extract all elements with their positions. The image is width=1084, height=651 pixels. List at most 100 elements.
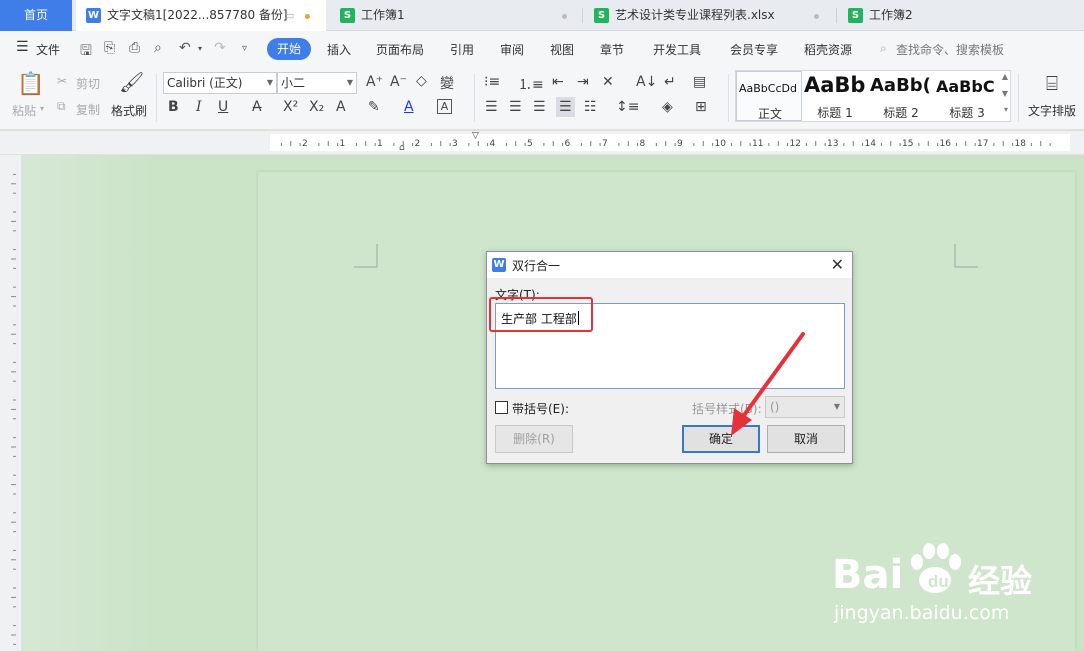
text-layout-button[interactable]: 文字排版 [1028,102,1076,119]
subscript-icon[interactable]: X₂ [309,99,324,115]
bracket-checkbox-label[interactable]: 带括号(E): [512,400,569,417]
left-indent-marker[interactable]: ⌂ [399,143,405,153]
bold-icon[interactable]: B [168,99,179,115]
scroll-down-icon[interactable]: ▼ [1002,89,1008,98]
style-name: 标题 2 [883,106,919,120]
search-icon: ⌕ [880,41,887,55]
grow-font-icon[interactable]: A⁺ [366,74,383,90]
more-styles-icon[interactable]: ▾ [1004,105,1008,114]
italic-icon[interactable]: I [196,99,202,115]
borders-icon[interactable]: ⊞ [695,99,707,115]
chevron-down-icon: ▼ [266,78,273,87]
strikethrough-icon[interactable]: A̶ [252,99,262,115]
ribbon-toolbar: 📋 粘贴 ▾ ✂ 剪切 ⧉ 复制 🖌 格式刷 Calibri (正文) ▼ 小二 ▼… [0,66,1084,130]
style-heading-1[interactable]: AaBb 标题 1 [802,71,868,121]
show-marks-icon[interactable]: ↵ [664,74,676,90]
sheet-icon: S [594,8,609,23]
customize-dropdown-icon[interactable]: ▿ [242,43,247,54]
format-painter-button[interactable]: 格式刷 [111,102,147,119]
tab-label: 工作簿1 [361,8,405,22]
menu-developer[interactable]: 开发工具 [653,41,701,58]
superscript-icon[interactable]: X² [283,99,298,115]
phonetic-icon[interactable]: 變 [440,73,454,93]
menu-review[interactable]: 审阅 [500,41,524,58]
char-border-icon[interactable]: A [437,99,452,114]
copy-button[interactable]: 复制 [76,101,100,118]
export-icon[interactable]: ⎘ [104,40,115,56]
menu-references[interactable]: 引用 [450,41,474,58]
underline-icon[interactable]: U [218,99,228,115]
tab-home[interactable]: 首页 [0,0,72,31]
bracket-style-select[interactable]: () ▼ [765,396,845,418]
vertical-ruler-ticks [11,173,16,645]
menu-home-tab[interactable]: 开始 [267,38,311,60]
align-left-icon[interactable]: ☰ [485,99,498,115]
font-name-select[interactable]: Calibri (正文) ▼ [163,72,277,94]
numbering-icon[interactable]: ⒈≡ [518,74,544,94]
align-center-icon[interactable]: ☰ [509,99,522,115]
scroll-up-icon[interactable]: ▲ [1002,72,1008,81]
justify-icon[interactable]: ☰ [556,97,575,117]
paste-button[interactable]: 粘贴 [12,102,36,119]
tab-course-list[interactable]: S 艺术设计类专业课程列表.xlsx [584,0,834,31]
print-icon[interactable]: ⎙ [129,40,140,56]
menu-view[interactable]: 视图 [550,41,574,58]
ok-button[interactable]: 确定 [682,425,760,453]
format-painter-icon[interactable]: 🖌 [119,70,144,94]
paste-icon[interactable]: 📋 [17,72,44,97]
style-heading-3[interactable]: AaBbC 标题 3 [934,71,1000,121]
tab-label: 工作簿2 [869,8,913,22]
undo-icon[interactable]: ↶ [179,40,191,56]
menu-insert[interactable]: 插入 [327,41,351,58]
style-name: 正文 [757,107,782,121]
text-layout-icon[interactable]: ⌸ [1046,71,1058,95]
shrink-font-icon[interactable]: A⁻ [390,74,407,90]
increase-indent-icon[interactable]: ⇥ [577,74,589,90]
tab-workbook2[interactable]: S 工作簿2 [838,0,1084,31]
menu-page-layout[interactable]: 页面布局 [376,41,424,58]
tab-stops-icon[interactable]: ▤ [693,74,706,90]
paste-dropdown-icon[interactable]: ▾ [40,104,44,113]
ruler-number: 7 [602,139,608,149]
menu-docer[interactable]: 稻壳资源 [804,41,852,58]
ruler-number: 1 [377,139,383,149]
font-size-select[interactable]: 小二 ▼ [277,72,357,94]
distributed-icon[interactable]: ☷ [584,99,597,115]
line-spacing-icon[interactable]: ↕≡ [616,99,639,115]
print-preview-icon[interactable]: ⌕ [154,40,162,56]
tab-dot-icon [814,14,819,19]
copy-icon: ⧉ [57,99,66,113]
tab-workbook1[interactable]: S 工作簿1 [330,0,580,31]
menu-file[interactable]: 文件 [36,41,60,58]
highlight-icon[interactable]: ✎ [368,99,380,115]
clear-format-icon[interactable]: ◇ [416,73,427,89]
bracket-checkbox[interactable] [495,401,508,414]
shading-icon[interactable]: ◈ [662,99,673,115]
sort-icon[interactable]: A↓ [636,74,657,90]
delete-button[interactable]: 删除(R) [495,425,573,453]
bullets-icon[interactable]: ⁝≡ [484,74,500,90]
style-normal[interactable]: AaBbCcDd 正文 [736,71,802,121]
menu-member[interactable]: 会员专享 [730,41,778,58]
hamburger-icon[interactable]: ☰ [16,39,29,55]
redo-icon[interactable]: ↷ [214,40,226,56]
dialog-titlebar[interactable]: W 双行合一 ✕ [487,252,852,278]
text-effect-icon[interactable]: A [336,99,346,115]
align-right-icon[interactable]: ☰ [533,99,546,115]
style-name: 标题 3 [949,106,985,120]
menu-chapter[interactable]: 章节 [600,41,624,58]
style-heading-2[interactable]: AaBb( 标题 2 [868,71,934,121]
close-icon[interactable]: ✕ [831,255,844,274]
cancel-button[interactable]: 取消 [767,425,845,453]
command-search[interactable]: 查找命令、搜索模板 [896,41,1004,58]
undo-dropdown-icon[interactable]: ▾ [198,44,202,53]
decrease-indent-icon[interactable]: ⇤ [552,74,564,90]
tab-document[interactable]: W 文字文稿1[2022...857780 备份] ▭ [76,0,326,31]
ruler-number: 9 [677,139,683,149]
margin-corner-top-right [954,244,978,268]
font-color-icon[interactable]: A [404,99,414,115]
first-line-indent-marker[interactable]: ▽ [472,131,479,141]
chinese-layout-icon[interactable]: ✕ [602,74,614,90]
cut-button[interactable]: 剪切 [76,75,100,92]
save-icon[interactable]: 🖫 [80,40,92,64]
